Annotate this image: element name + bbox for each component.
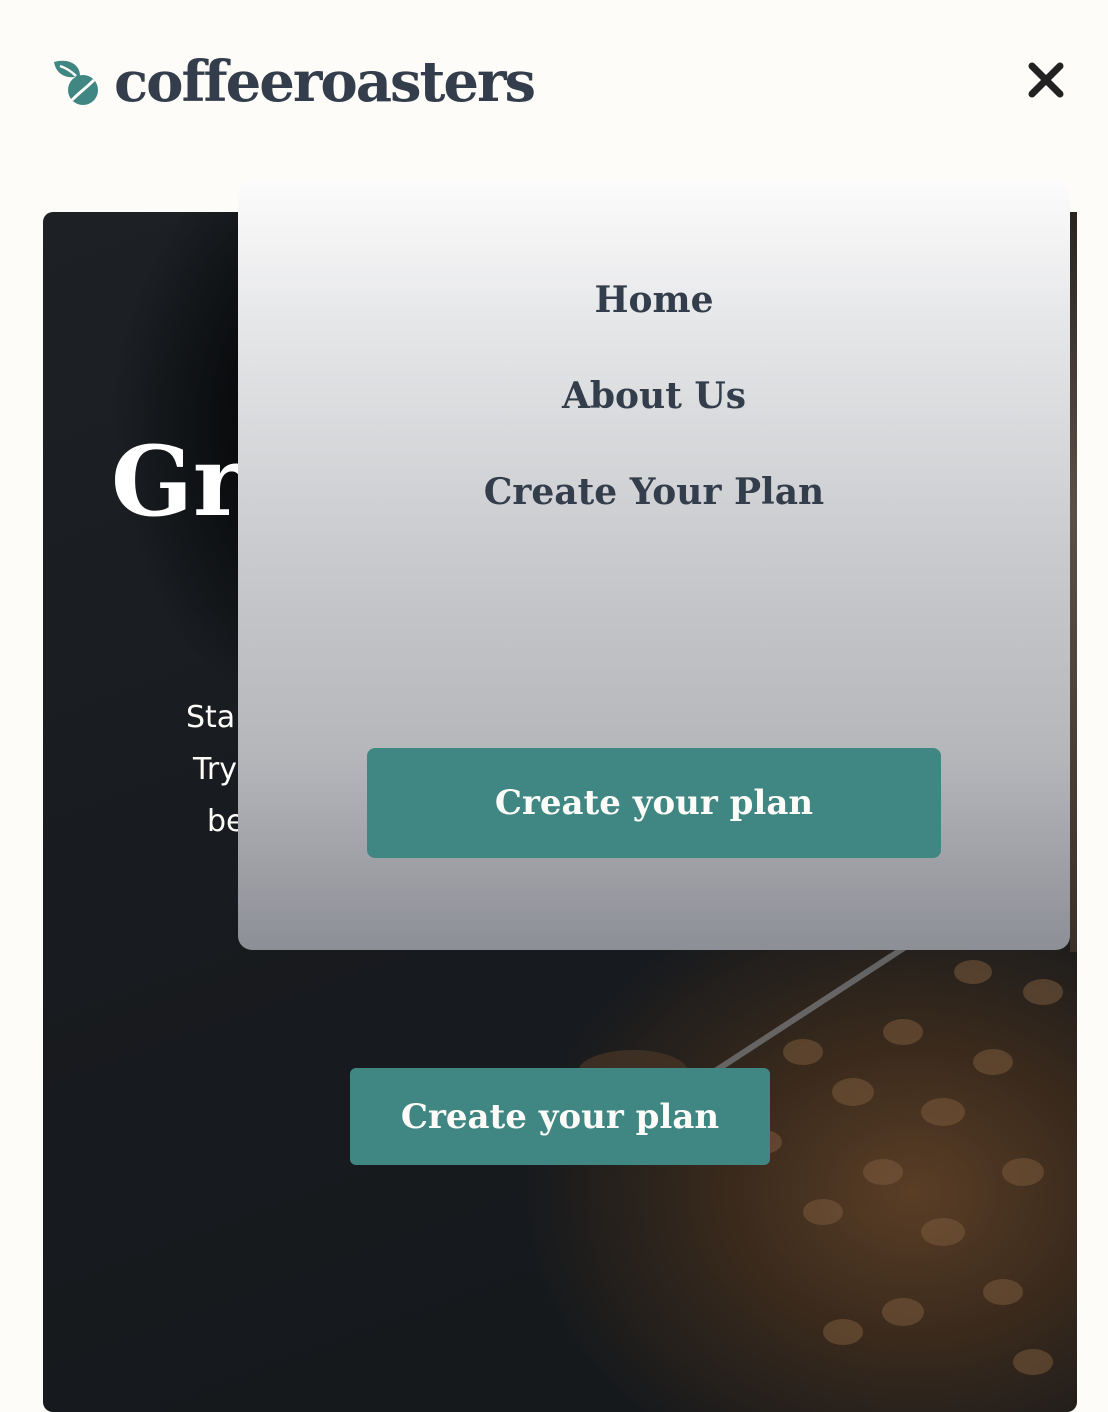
menu-nav-list: Home About Us Create Your Plan <box>238 272 1070 560</box>
menu-item-about-us[interactable]: About Us <box>238 368 1070 464</box>
logo-text: coffeeroasters <box>114 49 536 115</box>
close-menu-button[interactable] <box>1024 58 1068 102</box>
coffee-bean-leaf-icon <box>54 60 98 105</box>
hero-edge-shadow <box>1070 212 1077 952</box>
close-icon <box>1028 62 1064 98</box>
hero-title: Gr <box>111 425 244 538</box>
logo[interactable]: coffeeroasters <box>50 49 536 115</box>
menu-item-create-your-plan[interactable]: Create Your Plan <box>238 464 1070 560</box>
mobile-menu: Home About Us Create Your Plan Create yo… <box>238 180 1070 950</box>
hero-create-plan-button[interactable]: Create your plan <box>350 1068 770 1165</box>
site-header: coffeeroasters <box>0 0 1108 170</box>
menu-create-plan-button[interactable]: Create your plan <box>367 748 941 858</box>
menu-item-home[interactable]: Home <box>238 272 1070 368</box>
